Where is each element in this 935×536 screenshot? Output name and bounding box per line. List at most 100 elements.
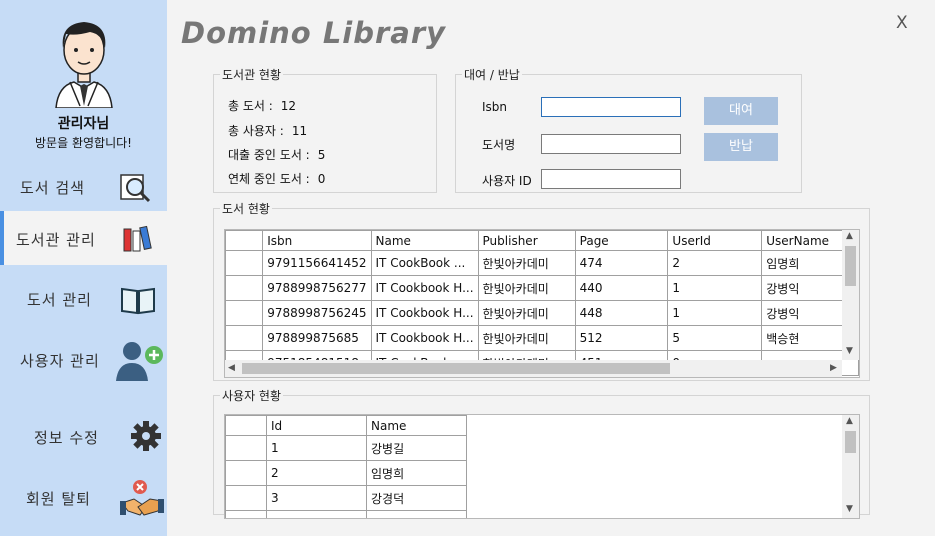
cell[interactable]: 한빛아카데미 <box>477 325 576 351</box>
stat-label: 총 도서 : <box>228 99 273 113</box>
cell[interactable]: 한빛아카데미 <box>477 275 576 301</box>
cell[interactable]: IT Cookbook H... <box>370 325 479 351</box>
nav-label: 도서관 관리 <box>16 231 96 249</box>
stat-value: 5 <box>317 148 326 162</box>
scroll-up-arrow-icon[interactable]: ▲ <box>846 231 853 241</box>
user-status-group: 사용자 현황 Id Name 1 강병길 2 임명희 3 강경덕 ▲ ▼ <box>213 387 870 519</box>
welcome-text: 방문을 환영합니다! <box>35 136 132 150</box>
column-header[interactable]: Name <box>370 230 479 251</box>
nav-user-manage[interactable]: 사용자 관리 <box>0 335 167 383</box>
cell[interactable]: 강병길 <box>366 435 467 461</box>
cell[interactable]: 1 <box>667 275 763 301</box>
close-button[interactable]: X <box>896 13 908 33</box>
column-header[interactable]: Page <box>574 230 669 251</box>
row-header-cell[interactable] <box>225 460 267 486</box>
stat-value: 11 <box>291 124 308 138</box>
cell[interactable]: 2 <box>667 250 763 276</box>
cell[interactable]: 1 <box>266 435 367 461</box>
gear-icon <box>131 421 161 451</box>
column-header[interactable]: Publisher <box>477 230 576 251</box>
column-header[interactable]: Id <box>266 415 367 436</box>
open-book-icon <box>121 287 155 315</box>
column-header[interactable]: Isbn <box>262 230 372 251</box>
row-header-cell[interactable] <box>225 435 267 461</box>
column-header[interactable]: Name <box>366 415 467 436</box>
cell[interactable]: 2 <box>266 460 367 486</box>
table-row[interactable]: 9788998756245 IT Cookbook H... 한빛아카데미 44… <box>225 300 859 326</box>
table-row[interactable]: 3 강경덕 <box>225 485 467 511</box>
cell[interactable]: 김소진 <box>366 510 467 518</box>
scroll-down-arrow-icon[interactable]: ▼ <box>846 504 853 514</box>
cell[interactable]: IT Cookbook H... <box>370 300 479 326</box>
column-header[interactable]: UserId <box>667 230 763 251</box>
cell[interactable]: 474 <box>574 250 669 276</box>
cell[interactable]: 9788998756277 <box>262 275 372 301</box>
cell[interactable]: 5 <box>667 325 763 351</box>
cell[interactable]: 9791156641452 <box>262 250 372 276</box>
nav-library-manage[interactable]: 도서관 관리 <box>0 211 167 265</box>
cell[interactable]: 448 <box>574 300 669 326</box>
loan-return-legend: 대여 / 반납 <box>464 68 520 82</box>
admin-name: 관리자님 <box>57 116 110 132</box>
scroll-thumb[interactable] <box>242 363 670 374</box>
scroll-up-arrow-icon[interactable]: ▲ <box>846 416 853 426</box>
cell[interactable]: 9788998756245 <box>262 300 372 326</box>
row-header-cell <box>225 415 267 436</box>
return-button[interactable]: 반납 <box>704 133 778 161</box>
scroll-left-arrow-icon[interactable]: ◀ <box>228 363 235 373</box>
row-header-cell <box>225 230 264 251</box>
stat-label: 총 사용자 : <box>228 124 284 138</box>
row-header-cell[interactable] <box>225 250 264 276</box>
cell[interactable]: IT CookBook ... <box>370 250 479 276</box>
table-row[interactable]: 9791156641452 IT CookBook ... 한빛아카데미 474… <box>225 250 859 276</box>
cell[interactable]: 978899875685 <box>262 325 372 351</box>
cell[interactable]: 4 <box>266 510 367 518</box>
user-table: Id Name 1 강병길 2 임명희 3 강경덕 4 김소진 <box>225 415 467 518</box>
cell[interactable]: 임명희 <box>366 460 467 486</box>
nav-label: 도서 검색 <box>20 179 85 197</box>
cell[interactable]: 강경덕 <box>366 485 467 511</box>
nav-withdraw[interactable]: 회원 탈퇴 <box>0 473 167 521</box>
isbn-label: Isbn <box>482 100 508 114</box>
nav-label: 사용자 관리 <box>20 352 100 370</box>
cell[interactable]: 1 <box>667 300 763 326</box>
user-id-label: 사용자 ID <box>482 174 532 188</box>
table-header-row: Isbn Name Publisher Page UserId UserName <box>225 230 859 251</box>
cell[interactable]: 512 <box>574 325 669 351</box>
user-id-input[interactable] <box>541 169 681 189</box>
isbn-input[interactable] <box>541 97 681 117</box>
row-header-cell[interactable] <box>225 510 267 518</box>
book-grid[interactable]: Isbn Name Publisher Page UserId UserName… <box>224 229 860 378</box>
books-icon <box>123 225 152 252</box>
scroll-right-arrow-icon[interactable]: ▶ <box>830 363 837 373</box>
row-header-cell[interactable] <box>225 275 264 301</box>
user-vertical-scrollbar[interactable]: ▲ ▼ <box>842 415 859 518</box>
row-header-cell[interactable] <box>225 485 267 511</box>
table-row[interactable]: 978899875685 IT Cookbook H... 한빛아카데미 512… <box>225 325 859 351</box>
table-row[interactable]: 1 강병길 <box>225 435 467 461</box>
cell[interactable]: IT Cookbook H... <box>370 275 479 301</box>
title-input[interactable] <box>541 134 681 154</box>
cell[interactable]: 한빛아카데미 <box>477 250 576 276</box>
book-horizontal-scrollbar[interactable]: ◀ ▶ <box>225 360 842 377</box>
row-header-cell[interactable] <box>225 325 264 351</box>
stat-loaned-books: 대출 중인 도서 : 5 <box>228 146 325 163</box>
cell[interactable]: 3 <box>266 485 367 511</box>
book-vertical-scrollbar[interactable]: ▲ ▼ <box>842 230 859 360</box>
nav-book-manage[interactable]: 도서 관리 <box>0 274 167 322</box>
nav-book-search[interactable]: 도서 검색 <box>0 162 167 210</box>
loan-return-group: 대여 / 반납 Isbn 도서명 사용자 ID 대여 반납 <box>455 66 802 193</box>
lend-button[interactable]: 대여 <box>704 97 778 125</box>
row-header-cell[interactable] <box>225 300 264 326</box>
scroll-thumb[interactable] <box>845 246 856 286</box>
table-row[interactable]: 9788998756277 IT Cookbook H... 한빛아카데미 44… <box>225 275 859 301</box>
cell[interactable]: 한빛아카데미 <box>477 300 576 326</box>
scroll-down-arrow-icon[interactable]: ▼ <box>846 346 853 356</box>
user-status-legend: 사용자 현황 <box>222 389 282 403</box>
cell[interactable]: 440 <box>574 275 669 301</box>
table-row[interactable]: 2 임명희 <box>225 460 467 486</box>
table-row[interactable]: 4 김소진 <box>225 510 467 518</box>
scroll-thumb[interactable] <box>845 431 856 453</box>
user-grid[interactable]: Id Name 1 강병길 2 임명희 3 강경덕 4 김소진 <box>224 414 860 519</box>
nav-edit-info[interactable]: 정보 수정 <box>0 412 167 460</box>
